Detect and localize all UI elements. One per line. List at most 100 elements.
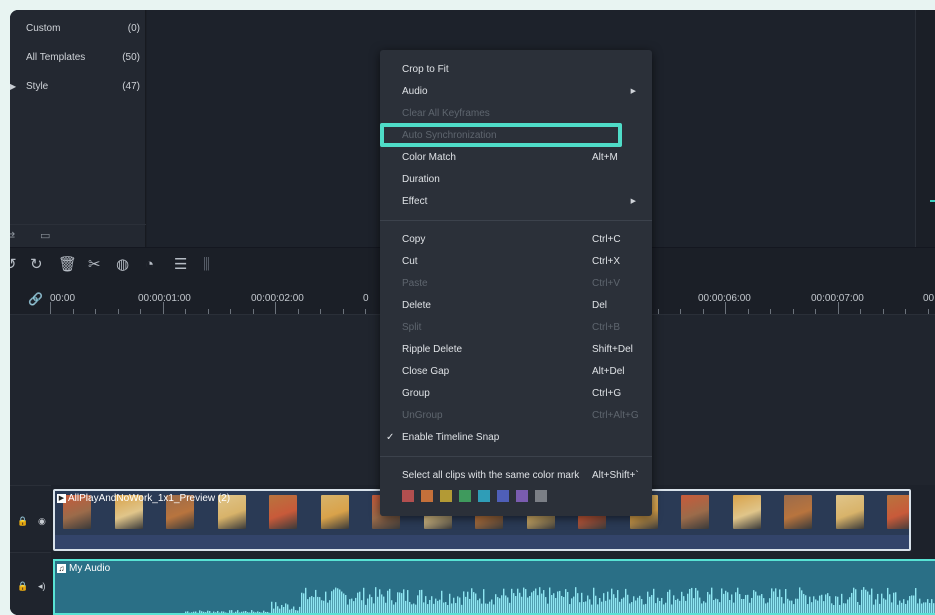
speed-icon[interactable]: ◔ <box>145 257 154 273</box>
link-folder-icon[interactable]: ⇄ <box>10 229 15 242</box>
waveform-bar <box>425 596 427 613</box>
menu-shortcut: Ctrl+C <box>592 233 621 245</box>
waveform-bar <box>245 610 247 613</box>
lock-icon[interactable]: 🔒 <box>17 581 28 592</box>
waveform-bar <box>729 600 731 613</box>
menu-item-ripple-delete[interactable]: Ripple Delete Shift+Del <box>402 338 638 360</box>
menu-item-label: Clear All Keyframes <box>402 107 490 119</box>
waveform-bar <box>839 604 841 613</box>
waveform-bar <box>829 596 831 613</box>
menu-item-crop-to-fit[interactable]: Crop to Fit <box>402 58 638 80</box>
waveform-bar <box>927 599 929 613</box>
menu-item-close-gap[interactable]: Close Gap Alt+Del <box>402 360 638 382</box>
menu-item-effect[interactable]: Effect ▶ <box>402 190 638 212</box>
expand-arrow-icon[interactable]: ▶ <box>10 82 16 91</box>
waveform-bar <box>653 588 655 613</box>
menu-item-ungroup[interactable]: UnGroup Ctrl+Alt+G <box>402 404 639 426</box>
waveform-bar <box>717 599 719 613</box>
waveform-bar <box>479 598 481 613</box>
waveform-bar <box>833 604 835 613</box>
color-mark-swatch[interactable] <box>535 490 547 502</box>
waveform-bar <box>847 599 849 613</box>
menu-item-audio[interactable]: Audio ▶ <box>402 80 638 102</box>
waveform-bar <box>465 596 467 613</box>
color-mark-swatch[interactable] <box>421 490 433 502</box>
menu-item-copy[interactable]: Copy Ctrl+C <box>402 228 638 250</box>
eye-icon[interactable]: ◉ <box>38 516 46 527</box>
library-item-style[interactable]: ▶ Style (47) <box>10 76 146 96</box>
menu-item-delete[interactable]: Delete Del <box>402 294 638 316</box>
waveform-bar <box>521 596 523 613</box>
audio-split-icon[interactable]: ⫼ <box>203 257 210 273</box>
color-mark-swatch[interactable] <box>478 490 490 502</box>
waveform-bar <box>681 591 683 613</box>
time-label: 00:00 <box>50 293 76 304</box>
menu-item-clear-all-keyframes[interactable]: Clear All Keyframes <box>402 102 638 124</box>
waveform-bar <box>487 603 489 613</box>
menu-item-group[interactable]: Group Ctrl+G <box>402 382 638 404</box>
ruler-tick <box>702 309 704 314</box>
video-thumbnail <box>784 495 812 529</box>
waveform-bar <box>271 601 273 613</box>
lock-icon[interactable]: 🔒 <box>17 516 28 527</box>
speaker-icon[interactable]: ◂) <box>38 581 46 592</box>
waveform-bar <box>925 602 927 613</box>
library-item-count: (47) <box>122 80 140 92</box>
waveform-bar <box>581 592 583 613</box>
waveform-bar <box>781 597 783 613</box>
menu-item-enable-timeline-snap[interactable]: ✓ Enable Timeline Snap <box>386 426 638 448</box>
waveform-bar <box>287 604 289 613</box>
waveform-bar <box>821 594 823 613</box>
cut-icon[interactable]: ✂ <box>88 257 101 273</box>
color-icon[interactable]: ◍ <box>116 257 129 273</box>
waveform-bar <box>509 602 511 613</box>
waveform-bar <box>849 597 851 613</box>
waveform-bar <box>481 603 483 613</box>
audio-clip[interactable]: ♫ My Audio <box>53 559 935 615</box>
menu-item-split[interactable]: Split Ctrl+B <box>402 316 638 338</box>
waveform-bar <box>867 591 869 613</box>
menu-item-select-same-color[interactable]: Select all clips with the same color mar… <box>402 464 639 486</box>
waveform-bar <box>299 606 301 613</box>
waveform-bar <box>735 592 737 613</box>
waveform-bar <box>679 600 681 613</box>
color-mark-swatch[interactable] <box>440 490 452 502</box>
waveform-bar <box>625 588 627 613</box>
menu-item-cut[interactable]: Cut Ctrl+X <box>402 250 638 272</box>
waveform-bar <box>223 611 225 613</box>
waveform-bar <box>611 588 613 613</box>
adjust-icon[interactable]: ☰ <box>174 257 187 273</box>
waveform-bar <box>667 591 669 613</box>
ruler-tick <box>342 309 344 314</box>
menu-item-duration[interactable]: Duration <box>402 168 638 190</box>
waveform-bar <box>613 594 615 613</box>
color-mark-swatch[interactable] <box>459 490 471 502</box>
menu-shortcut: Shift+Del <box>592 343 633 355</box>
color-mark-swatch[interactable] <box>497 490 509 502</box>
waveform-bar <box>561 595 563 613</box>
video-clip-name: AllPlayAndNoWork_1x1_Preview (2) <box>68 493 231 504</box>
waveform-bar <box>467 591 469 613</box>
ruler-tick <box>252 309 254 314</box>
link-icon[interactable]: 🔗 <box>28 291 43 307</box>
waveform-bar <box>591 604 593 613</box>
waveform-bar <box>633 596 635 613</box>
menu-item-paste[interactable]: Paste Ctrl+V <box>402 272 638 294</box>
ruler-tick <box>365 309 366 314</box>
undo-icon[interactable]: ↺ <box>10 257 17 273</box>
waveform-bar <box>357 592 359 613</box>
color-mark-swatch[interactable] <box>402 490 414 502</box>
waveform-bar <box>713 600 715 613</box>
waveform-bar <box>311 596 313 613</box>
library-item-all-templates[interactable]: All Templates (50) <box>10 47 146 67</box>
menu-item-color-match[interactable]: Color Match Alt+M <box>402 146 638 168</box>
delete-icon[interactable]: 🗑 <box>58 257 77 273</box>
waveform-bar <box>931 599 933 613</box>
waveform-bar <box>401 593 403 613</box>
redo-icon[interactable]: ↻ <box>30 257 43 273</box>
ruler-tick <box>680 309 681 314</box>
waveform-bar <box>583 601 585 613</box>
folder-icon[interactable]: ▭ <box>40 229 50 242</box>
library-item-custom[interactable]: Custom (0) <box>10 18 146 38</box>
color-mark-swatch[interactable] <box>516 490 528 502</box>
